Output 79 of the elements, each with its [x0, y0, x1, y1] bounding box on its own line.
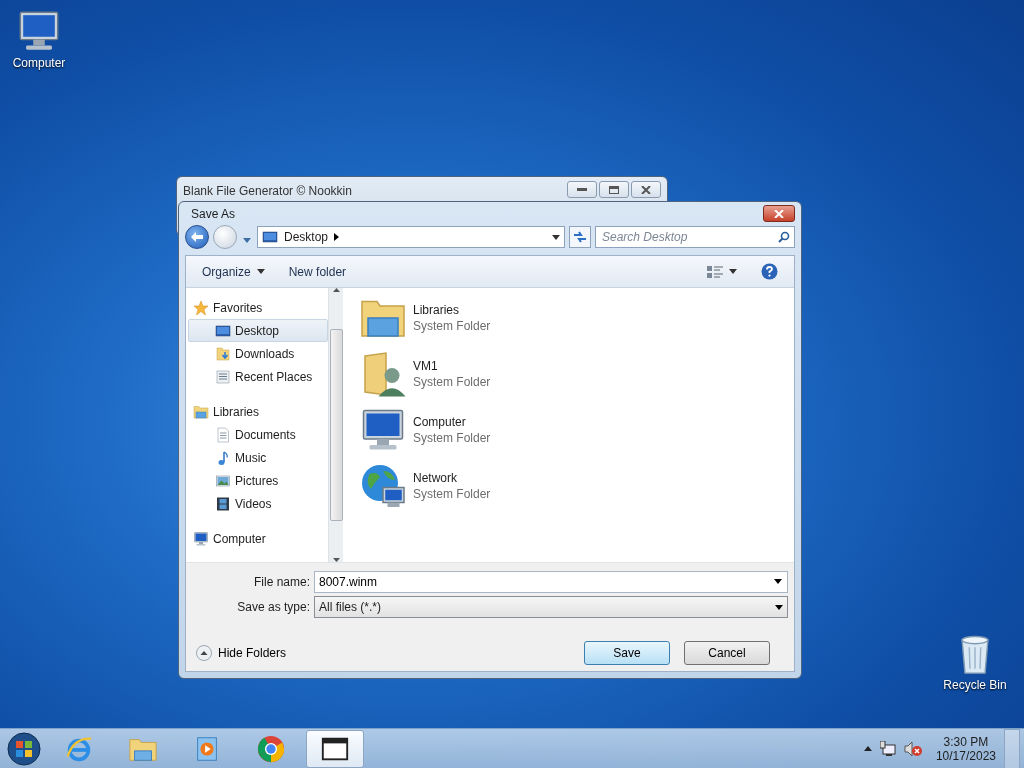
list-icon	[215, 368, 231, 385]
left-arrow-icon	[191, 232, 203, 242]
desktop-icon	[215, 322, 231, 339]
scrollbar[interactable]	[328, 288, 343, 562]
dialog-button[interactable]: Cancel	[684, 641, 770, 665]
close-button[interactable]	[763, 205, 795, 222]
music-note-icon	[215, 449, 231, 466]
item-name[interactable]: Computer	[413, 415, 491, 429]
search-field[interactable]: Search Desktop	[595, 226, 795, 248]
field-label: File name:	[252, 575, 310, 589]
nav-item[interactable]: Computer	[188, 527, 328, 550]
dropdown-arrow-icon	[256, 269, 265, 274]
item-type: System Folder	[413, 375, 491, 389]
item-type: System Folder	[413, 431, 491, 445]
globe-icon	[359, 462, 407, 510]
round-browser-icon	[256, 733, 286, 764]
monitor-icon	[193, 530, 209, 547]
address-location[interactable]: Desktop	[284, 230, 329, 244]
save-type-dropdown[interactable]: All files (*.*)	[314, 596, 788, 618]
item-type: System Folder	[413, 319, 491, 333]
picture-icon	[215, 472, 231, 489]
view-list-icon	[707, 264, 723, 279]
item-name[interactable]: VM1	[413, 359, 491, 373]
address-bar[interactable]: Desktop	[257, 226, 565, 248]
muted-speaker-icon[interactable]	[903, 740, 922, 757]
desktop-icon-label[interactable]: Recycle Bin	[943, 678, 1007, 692]
chevron-up-icon[interactable]	[863, 746, 872, 751]
maximize-icon	[609, 185, 619, 194]
folder-arrow-icon	[215, 345, 231, 362]
library-folder-icon	[193, 403, 209, 420]
collapse-icon	[196, 645, 212, 661]
dropdown-arrow-icon	[774, 579, 782, 584]
nav-item[interactable]: Pictures	[188, 469, 328, 492]
desktop-icon-label[interactable]: Computer	[12, 56, 66, 70]
window-title: Blank File Generator © Nookkin	[183, 183, 352, 198]
hide-folders-button[interactable]: Hide Folders	[192, 645, 291, 661]
minimize-button[interactable]	[567, 181, 597, 198]
clock-time[interactable]: 3:30 PM	[943, 734, 989, 749]
nav-item[interactable]: Music	[188, 446, 328, 469]
item-name[interactable]: Network	[413, 471, 491, 485]
clock-date[interactable]: 10/17/2023	[935, 748, 996, 763]
taskbar-button[interactable]	[306, 729, 364, 768]
document-icon	[215, 426, 231, 443]
file-name-field[interactable]: 8007.winm	[314, 571, 788, 593]
star-icon	[193, 299, 209, 316]
dialog-button[interactable]: Save	[584, 641, 670, 665]
maximize-button[interactable]	[599, 181, 629, 198]
new-folder-button[interactable]: New folder	[280, 260, 355, 283]
start-orb-icon	[7, 731, 41, 766]
minimize-icon	[577, 187, 587, 192]
nav-item[interactable]: Recent Places	[188, 365, 328, 388]
nav-item[interactable]: Libraries	[188, 400, 328, 423]
dropdown-arrow-icon	[552, 234, 560, 240]
nav-item[interactable]: Videos	[188, 492, 328, 515]
nav-item[interactable]: Desktop	[188, 319, 328, 342]
item-name[interactable]: Libraries	[413, 303, 491, 317]
network-icon[interactable]	[879, 740, 896, 757]
dialog-title: Save As	[191, 206, 236, 221]
close-button[interactable]	[631, 181, 661, 198]
scrollbar-thumb[interactable]	[329, 329, 343, 521]
film-icon	[215, 495, 231, 512]
help-icon	[761, 263, 778, 280]
breadcrumb-arrow-icon	[334, 233, 340, 241]
nav-item[interactable]: Favorites	[188, 296, 328, 319]
refresh-button[interactable]	[569, 226, 591, 248]
nav-item[interactable]: Downloads	[188, 342, 328, 365]
item-type: System Folder	[413, 487, 491, 501]
dropdown-arrow-icon	[729, 269, 737, 274]
desktop-icon	[262, 229, 278, 245]
back-button[interactable]	[185, 225, 209, 249]
organize-menu-button[interactable]: Organize	[194, 260, 273, 283]
dropdown-arrow-icon	[243, 238, 251, 243]
dropdown-arrow-icon	[775, 604, 783, 610]
refresh-arrows-icon	[573, 231, 587, 243]
search-icon	[778, 231, 790, 243]
close-icon	[774, 209, 784, 218]
close-icon	[641, 185, 651, 194]
nav-item[interactable]: Documents	[188, 423, 328, 446]
field-label: Save as type:	[236, 600, 310, 614]
